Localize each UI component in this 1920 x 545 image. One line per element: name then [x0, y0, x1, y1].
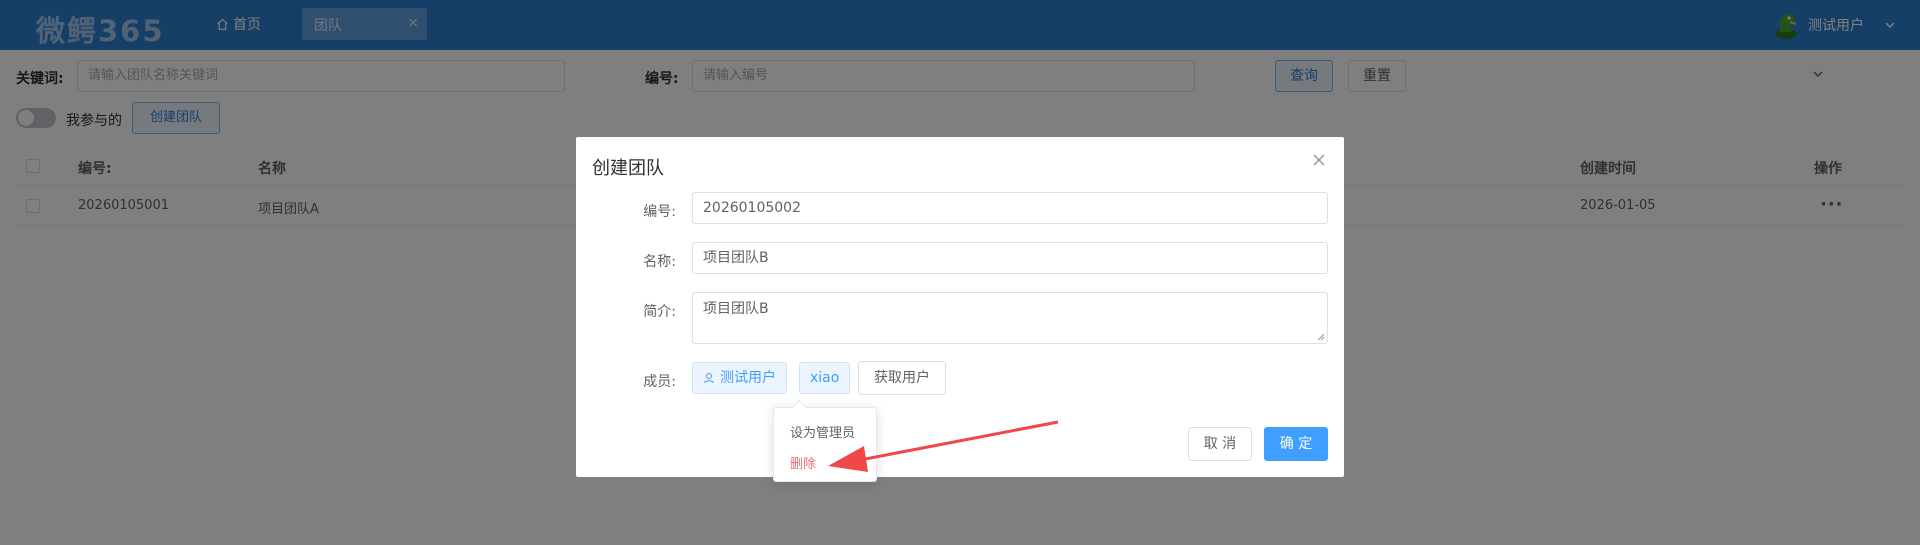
page: 微鳄365 首页 团队 × 测试用户 关键词: 请输入团队名称关键词 编号: 请… [0, 0, 1920, 545]
member-tag-test-user[interactable]: 测试用户 [692, 362, 787, 394]
member-tag-xiao[interactable]: xiao [799, 362, 851, 394]
close-icon[interactable] [1312, 153, 1326, 167]
member-name: xiao [810, 370, 840, 386]
dialog-members-label: 成员: [643, 374, 676, 390]
dialog-intro-label: 简介: [643, 304, 676, 320]
get-users-button[interactable]: 获取用户 [858, 361, 946, 395]
dialog-title: 创建团队 [592, 158, 664, 179]
dialog-intro-textarea[interactable]: 项目团队B [692, 292, 1328, 344]
dialog-number-label: 编号: [643, 204, 676, 220]
dialog-name-label: 名称: [643, 254, 676, 270]
confirm-button[interactable]: 确 定 [1264, 427, 1328, 461]
user-icon [704, 373, 714, 384]
annotation-arrow-icon [828, 420, 1059, 472]
dialog-name-input[interactable]: 项目团队B [692, 242, 1328, 274]
intro-text: 项目团队B [703, 301, 769, 317]
delete-menu-item[interactable]: 删除 [790, 453, 816, 472]
dialog-number-input[interactable]: 20260105002 [692, 192, 1328, 224]
resize-grip-icon[interactable] [1317, 333, 1325, 341]
cancel-button[interactable]: 取 消 [1188, 427, 1252, 461]
member-name: 测试用户 [720, 370, 776, 386]
